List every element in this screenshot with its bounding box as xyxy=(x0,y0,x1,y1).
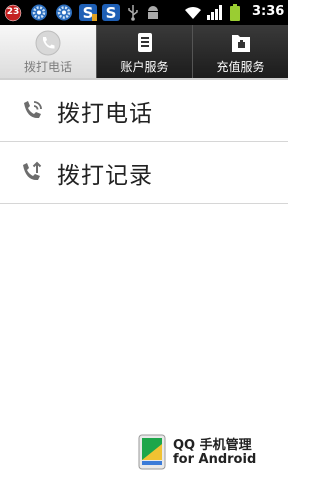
usb-icon xyxy=(128,5,138,21)
qq-manager-logo-icon xyxy=(138,434,166,470)
tab-recharge-label: 充值服务 xyxy=(216,60,265,74)
s-app-icon: S xyxy=(79,4,97,22)
status-bar: 23 S S 3:36 xyxy=(0,0,288,25)
settings-app-icon xyxy=(31,4,47,21)
call-log-icon xyxy=(23,161,42,181)
list-item-call-log-label: 拨打记录 xyxy=(57,163,153,189)
tab-recharge[interactable]: 充值服务 xyxy=(193,25,288,78)
clock: 3:36 xyxy=(252,4,285,19)
battery-icon xyxy=(230,4,240,21)
recharge-card-icon xyxy=(231,35,250,52)
android-debug-icon xyxy=(148,6,158,19)
tab-dial-label: 拨打电话 xyxy=(23,60,72,74)
tab-bar: 拨打电话 账户服务 充值服务 xyxy=(0,25,288,78)
tab-account[interactable]: 账户服务 xyxy=(97,25,192,78)
svg-text:S: S xyxy=(106,4,117,22)
settings-app-icon xyxy=(56,4,72,21)
phone-handset-icon xyxy=(35,30,61,56)
notification-badge: 23 xyxy=(6,7,20,17)
brand-line-2: for Android xyxy=(173,452,257,467)
tab-account-label: 账户服务 xyxy=(120,60,169,74)
wifi-icon xyxy=(185,6,201,19)
list-item-dial-label: 拨打电话 xyxy=(57,101,153,127)
tab-dial[interactable]: 拨打电话 xyxy=(0,25,96,78)
list-item-dial[interactable]: 拨打电话 xyxy=(0,80,288,142)
svg-text:S: S xyxy=(83,4,94,22)
brand-line-1: QQ 手机管理 xyxy=(173,438,252,453)
s-app-icon: S xyxy=(102,4,120,22)
qq-brand: QQ 手机管理 for Android xyxy=(138,434,286,472)
phone-call-icon xyxy=(24,101,42,119)
list-item-call-log[interactable]: 拨打记录 xyxy=(0,142,288,204)
document-icon xyxy=(137,33,152,52)
signal-icon xyxy=(207,5,222,20)
